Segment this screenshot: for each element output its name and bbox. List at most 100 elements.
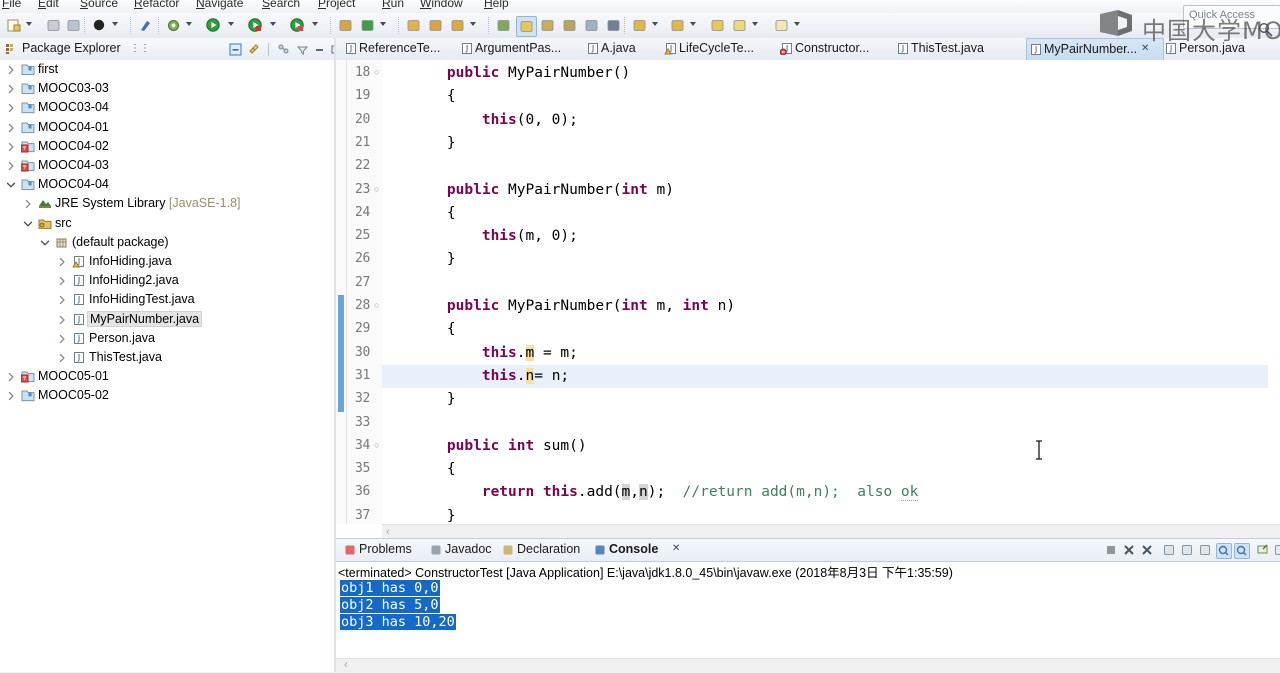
console-output[interactable]: obj1 has 0,0obj2 has 5,0obj3 has 10,20: [336, 580, 1280, 654]
code-line-23[interactable]: public MyPairNumber(int m): [382, 179, 1280, 202]
clear-console-icon[interactable]: [1162, 543, 1176, 557]
menu-item-run[interactable]: Run: [382, 0, 404, 10]
tree-item-mooc05-02[interactable]: MOOC05-02: [0, 386, 336, 405]
search-icon[interactable]: [426, 16, 445, 35]
tree-item-mooc04-04[interactable]: MOOC04-04: [0, 175, 336, 194]
refactor-dropdown-icon[interactable]: [470, 22, 476, 26]
code-editor[interactable]: 18○1920212223○2425262728○293031323334○35…: [336, 60, 1280, 538]
menu-item-edit[interactable]: Edit: [38, 0, 59, 10]
chevron-right-icon[interactable]: [57, 276, 67, 286]
console-horizontal-scrollbar[interactable]: ‹: [336, 658, 1280, 673]
code-line-36[interactable]: return this.add(m,n); //return add(m,n);…: [382, 481, 1280, 504]
open-type-icon[interactable]: [404, 16, 423, 35]
tree-item-mypairnumber-java[interactable]: JMyPairNumber.java: [0, 310, 336, 329]
console-tab-declaration[interactable]: Declaration: [517, 542, 580, 556]
debug-icon[interactable]: [246, 16, 265, 35]
code-line-21[interactable]: }: [382, 132, 1280, 155]
code-line-30[interactable]: this.m = m;: [382, 342, 1280, 365]
scroll-left-arrow-icon[interactable]: ‹: [386, 526, 390, 538]
chevron-right-icon[interactable]: [6, 103, 16, 113]
editor-tab-thistest-java[interactable]: JThisTest.java: [894, 38, 1008, 60]
fold-marker-icon[interactable]: ○: [374, 440, 379, 450]
maximize-restore-icon[interactable]: ⋮⋮: [130, 43, 150, 54]
chevron-right-icon[interactable]: [6, 372, 16, 382]
new-class-dropdown-icon[interactable]: [380, 22, 386, 26]
tree-item-mooc04-03[interactable]: MOOC04-03: [0, 156, 336, 175]
back-icon[interactable]: [630, 16, 649, 35]
back-dropdown-icon[interactable]: [652, 22, 658, 26]
tree-item-jre-system-library[interactable]: JRE System Library [JavaSE-1.8]: [0, 194, 336, 213]
new-console-view-icon[interactable]: [1256, 543, 1270, 557]
tree-item-infohiding2-java[interactable]: JInfoHiding2.java: [0, 271, 336, 290]
toggle-dropdown-icon[interactable]: [794, 22, 800, 26]
code-line-29[interactable]: {: [382, 318, 1280, 341]
tree-item-mooc03-03[interactable]: MOOC03-03: [0, 79, 336, 98]
chevron-down-icon[interactable]: [23, 219, 33, 229]
chevron-down-icon[interactable]: [6, 180, 16, 190]
chevron-right-icon[interactable]: [6, 123, 16, 133]
code-line-34[interactable]: public int sum(): [382, 435, 1280, 458]
save-icon[interactable]: [44, 16, 63, 35]
edit-icon[interactable]: [516, 16, 537, 37]
chevron-right-icon[interactable]: [6, 391, 16, 401]
build-icon[interactable]: [164, 16, 183, 35]
code-line-35[interactable]: {: [382, 458, 1280, 481]
tree-item-default-package[interactable]: (default package): [0, 233, 336, 252]
editor-tab-lifecyclete[interactable]: JLifeCycleTe...: [662, 38, 778, 60]
chevron-right-icon[interactable]: [57, 315, 67, 325]
remove-all-launches-icon[interactable]: [1140, 543, 1154, 557]
tree-item-person-java[interactable]: JPerson.java: [0, 329, 336, 348]
chevron-down-icon[interactable]: [40, 238, 50, 248]
pin2-icon[interactable]: [730, 16, 749, 35]
remove-launch-icon[interactable]: [1122, 543, 1136, 557]
scroll-lock-icon[interactable]: [1180, 543, 1194, 557]
chevron-right-icon[interactable]: [57, 257, 67, 267]
chevron-right-icon[interactable]: [57, 334, 67, 344]
menu-item-help[interactable]: Help: [484, 0, 509, 10]
forward-dropdown-icon[interactable]: [690, 22, 696, 26]
tree-item-first[interactable]: first: [0, 60, 336, 79]
terminate-icon[interactable]: [1104, 543, 1118, 557]
code-line-24[interactable]: {: [382, 202, 1280, 225]
fold-marker-icon[interactable]: ○: [374, 300, 379, 310]
paragraph-icon[interactable]: [604, 16, 623, 35]
fold-marker-icon[interactable]: ○: [374, 67, 379, 77]
code-text-area[interactable]: public MyPairNumber() { this(0, 0); } pu…: [382, 60, 1280, 524]
last-edit-icon[interactable]: [582, 16, 601, 35]
debug-dropdown-icon[interactable]: [270, 22, 276, 26]
chevron-right-icon[interactable]: [57, 353, 67, 363]
scroll-left-arrow-icon[interactable]: ‹: [344, 659, 348, 671]
code-line-22[interactable]: [382, 155, 1280, 178]
menu-item-window[interactable]: Window: [420, 0, 463, 10]
pin-dropdown-icon[interactable]: [752, 22, 758, 26]
chevron-right-icon[interactable]: [6, 142, 16, 152]
build-dropdown-icon[interactable]: [186, 22, 192, 26]
chevron-right-icon[interactable]: [6, 84, 16, 94]
tree-item-mooc04-02[interactable]: MOOC04-02: [0, 137, 336, 156]
refactor-icon[interactable]: [448, 16, 467, 35]
toggle-icon[interactable]: [772, 16, 791, 35]
coverage-dropdown-icon[interactable]: [312, 22, 318, 26]
code-line-26[interactable]: }: [382, 248, 1280, 271]
javadoc-icon[interactable]: [494, 16, 513, 35]
code-line-28[interactable]: public MyPairNumber(int m, int n): [382, 295, 1280, 318]
code-line-37[interactable]: }: [382, 505, 1280, 524]
code-line-20[interactable]: this(0, 0);: [382, 109, 1280, 132]
tree-item-infohiding-java[interactable]: JInfoHiding.java: [0, 252, 336, 271]
new-java-project-icon[interactable]: [336, 16, 355, 35]
console-menu-icon[interactable]: [1274, 543, 1280, 557]
menu-item-navigate[interactable]: Navigate: [196, 0, 243, 10]
editor-horizontal-scrollbar[interactable]: ‹: [382, 524, 1280, 539]
minimize-icon[interactable]: [313, 43, 326, 56]
code-line-27[interactable]: [382, 272, 1280, 295]
menu-item-project[interactable]: Project: [318, 0, 355, 10]
menu-item-refactor[interactable]: Refactor: [134, 0, 179, 10]
editor-overview-ruler[interactable]: [1268, 60, 1280, 524]
editor-tab-a-java[interactable]: JA.java: [584, 38, 662, 60]
collapse-all-icon[interactable]: [229, 43, 242, 56]
menu-item-file[interactable]: File: [2, 0, 21, 10]
coverage-icon[interactable]: [288, 16, 307, 35]
forward-icon[interactable]: [668, 16, 687, 35]
console-tab-problems[interactable]: Problems: [359, 542, 412, 556]
code-line-33[interactable]: [382, 412, 1280, 435]
